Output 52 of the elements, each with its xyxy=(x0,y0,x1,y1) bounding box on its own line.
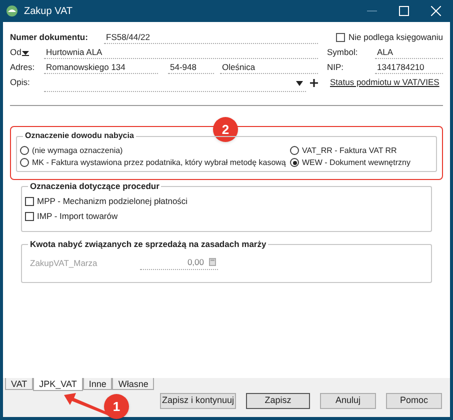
amount-field[interactable]: 0,00 xyxy=(140,256,218,270)
checkbox[interactable] xyxy=(336,33,346,42)
close-icon xyxy=(431,6,441,16)
nip-field[interactable]: 1341784210 xyxy=(375,60,443,74)
postcode-field[interactable]: 54-948 xyxy=(168,60,214,74)
radio-button[interactable] xyxy=(290,146,299,155)
maximize-icon xyxy=(399,6,409,16)
field-label: NIP: xyxy=(327,61,345,74)
radio-button[interactable] xyxy=(20,146,29,155)
checkbox-label: Nie podlega księgowaniu xyxy=(348,31,443,44)
contractor-field[interactable]: Hurtownia ALA xyxy=(44,46,318,60)
checkbox-label: IMP - Import towarów xyxy=(37,210,118,223)
dialog-button[interactable]: Pomoc xyxy=(386,393,442,409)
city-field[interactable]: Oleśnica xyxy=(220,60,318,74)
street-field[interactable]: Romanowskiego 134 xyxy=(44,60,158,74)
radio-button[interactable] xyxy=(20,158,29,167)
field-label: Adres: xyxy=(10,61,36,74)
checkbox-label: MPP - Mechanizm podzielonej płatności xyxy=(37,195,188,208)
plus-icon xyxy=(310,79,318,87)
tab[interactable]: Własne xyxy=(112,378,154,390)
dialog-button[interactable]: Zapisz i kontynuuj xyxy=(160,393,236,409)
group-title: Oznaczenia dotyczące procedur xyxy=(28,180,162,193)
field-label: Symbol: xyxy=(327,46,359,59)
tab[interactable]: Inne xyxy=(82,378,112,390)
radio-button[interactable] xyxy=(290,158,299,167)
amount-value: 0,00 xyxy=(187,256,204,269)
status-link[interactable]: Status podmiotu w VAT/VIES xyxy=(330,76,440,89)
add-button[interactable] xyxy=(310,76,318,87)
group-title: Oznaczenie dowodu nabycia xyxy=(23,130,136,142)
field-label: Numer dokumentu: xyxy=(10,31,89,44)
dropdown-icon xyxy=(296,81,303,86)
field-label: Od xyxy=(10,46,22,59)
checkbox[interactable] xyxy=(25,212,34,221)
dropdown-icon xyxy=(22,50,30,56)
checkbox[interactable] xyxy=(25,197,34,206)
symbol-field[interactable]: ALA xyxy=(375,46,443,60)
app-icon xyxy=(6,5,18,17)
radio-label: (nie wymaga oznaczenia) xyxy=(32,144,123,156)
field-label: ZakupVAT_Marza xyxy=(30,256,98,270)
field-label: Opis: xyxy=(10,76,31,89)
radio-label: VAT_RR - Faktura VAT RR xyxy=(302,144,397,156)
annotation-badge: 2 xyxy=(213,117,238,142)
group-title: Kwota nabyć związanych ze sprzedażą na zasadach marży xyxy=(28,238,268,251)
tab[interactable]: JPK_VAT xyxy=(33,378,83,391)
radio-label: MK - Faktura wystawiona przez podatnika, który wybrał metodę kasową xyxy=(32,156,286,168)
dialog-button[interactable]: Anuluj xyxy=(320,393,376,409)
radio-label: WEW - Dokument wewnętrzny xyxy=(302,156,410,168)
calculator-icon xyxy=(209,258,216,266)
dialog-button[interactable]: Zapisz xyxy=(246,393,310,409)
document-number-field[interactable]: FS58/44/22 xyxy=(104,30,318,44)
window-title: Zakup VAT xyxy=(24,4,73,18)
tab[interactable]: VAT xyxy=(5,378,34,390)
